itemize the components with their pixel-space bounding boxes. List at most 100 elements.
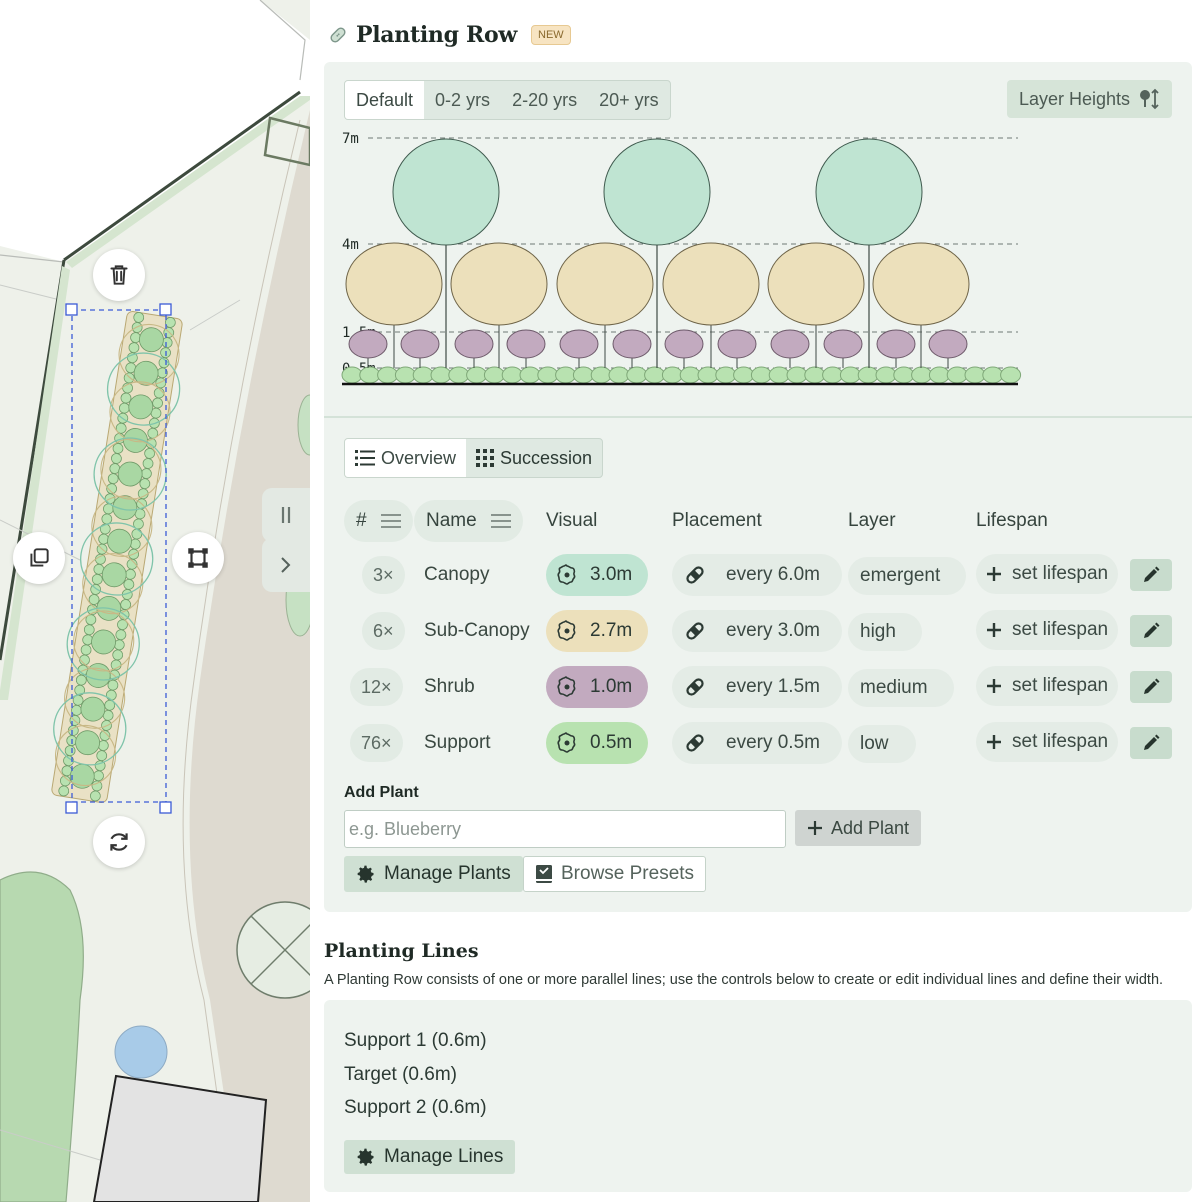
- visual-size: 0.5m: [590, 732, 633, 753]
- set-lifespan-button[interactable]: set lifespan: [976, 610, 1119, 650]
- delete-button[interactable]: [93, 249, 145, 301]
- support-plant: [679, 366, 701, 384]
- vector-shape-icon: [188, 548, 208, 568]
- browse-presets-button[interactable]: Browse Presets: [523, 856, 707, 892]
- trash-icon: [110, 265, 128, 285]
- edit-plant-button[interactable]: [1130, 727, 1172, 759]
- duplicate-button[interactable]: [13, 532, 65, 584]
- support-plant: [341, 366, 363, 384]
- edit-plant-button[interactable]: [1130, 671, 1172, 703]
- rotate-icon: [110, 833, 128, 851]
- height-label: 7m: [342, 131, 359, 147]
- layer-pill[interactable]: low: [848, 725, 916, 763]
- plant-name[interactable]: Shrub: [424, 666, 475, 708]
- visual-size: 1.0m: [590, 676, 633, 697]
- lifespan-label: set lifespan: [1012, 619, 1109, 640]
- placement-header: Placement: [672, 510, 762, 531]
- table-row: 12× Shrub 1.0m every 1.5m medium set lif…: [344, 666, 1172, 710]
- sort-name-button[interactable]: Name: [414, 500, 523, 542]
- tab-20-plus-yrs[interactable]: 20+ yrs: [588, 81, 670, 119]
- plant-search-input[interactable]: [344, 810, 786, 848]
- tab-default[interactable]: Default: [345, 81, 425, 119]
- layer-pill[interactable]: emergent: [848, 557, 966, 595]
- manage-plants-label: Manage Plants: [384, 863, 511, 884]
- edit-plant-button[interactable]: [1130, 615, 1172, 647]
- add-plant-button[interactable]: Add Plant: [795, 810, 922, 846]
- manage-plants-button[interactable]: Manage Plants: [344, 856, 523, 892]
- support-plant: [822, 366, 844, 384]
- gear-icon: [357, 1148, 374, 1166]
- support-plant: [875, 366, 897, 384]
- layer-pill[interactable]: medium: [848, 669, 954, 707]
- placement-pill[interactable]: every 6.0m: [672, 554, 842, 596]
- new-badge: NEW: [531, 25, 571, 45]
- subcanopy-plant: [450, 242, 548, 326]
- set-lifespan-button[interactable]: set lifespan: [976, 666, 1119, 706]
- book-icon: [536, 865, 552, 883]
- tab-succession[interactable]: Succession: [466, 439, 602, 477]
- tab-0-2-yrs[interactable]: 0-2 yrs: [424, 81, 501, 119]
- shrub-plant: [348, 329, 388, 359]
- manage-lines-button[interactable]: Manage Lines: [344, 1140, 516, 1174]
- plant-name[interactable]: Sub-Canopy: [424, 610, 530, 652]
- layer-header: Layer: [848, 510, 896, 531]
- placement-pill[interactable]: every 1.5m: [672, 666, 842, 708]
- tab-overview-label: Overview: [381, 448, 457, 468]
- plus-icon: [987, 735, 1001, 749]
- copy-icon: [30, 548, 49, 567]
- set-lifespan-button[interactable]: set lifespan: [976, 554, 1119, 594]
- line-item[interactable]: Target (0.6m): [344, 1064, 457, 1086]
- tree-height-icon: [1140, 88, 1159, 110]
- visual-size-pill[interactable]: 3.0m: [546, 554, 649, 596]
- tab-2-20-yrs[interactable]: 2-20 yrs: [501, 81, 588, 119]
- placement-pill[interactable]: every 0.5m: [672, 722, 842, 764]
- add-plant-button-label: Add Plant: [831, 817, 910, 838]
- plant-name[interactable]: Canopy: [424, 554, 490, 596]
- support-plant: [644, 366, 666, 384]
- plus-icon: [987, 567, 1001, 581]
- pencil-icon: [1144, 566, 1160, 582]
- placement-pill[interactable]: every 3.0m: [672, 610, 842, 652]
- plant-name[interactable]: Support: [424, 722, 491, 764]
- visual-size: 3.0m: [590, 564, 633, 585]
- layer-heights-button[interactable]: Layer Heights: [1006, 80, 1172, 118]
- tab-succession-label: Succession: [500, 448, 593, 468]
- rotate-button[interactable]: [93, 816, 145, 868]
- map-canvas[interactable]: [0, 0, 310, 1202]
- manage-lines-label: Manage Lines: [384, 1146, 504, 1167]
- layer-pill[interactable]: high: [848, 613, 922, 651]
- bandage-icon: [330, 27, 346, 43]
- support-plant: [733, 366, 755, 384]
- gear-icon: [357, 865, 374, 883]
- plant-outline-icon: [557, 676, 576, 697]
- visual-size-pill[interactable]: 1.0m: [546, 666, 649, 708]
- edit-shape-button[interactable]: [172, 532, 224, 584]
- collapse-panel-button[interactable]: [262, 538, 310, 592]
- line-item[interactable]: Support 1 (0.6m): [344, 1030, 487, 1052]
- support-plant: [590, 366, 612, 384]
- planting-row-card: Default 0-2 yrs 2-20 yrs 20+ yrs Layer H…: [324, 62, 1192, 912]
- support-plant: [697, 366, 719, 384]
- set-lifespan-button[interactable]: set lifespan: [976, 722, 1119, 762]
- visual-size-pill[interactable]: 2.7m: [546, 610, 649, 652]
- support-plant: [893, 366, 915, 384]
- lifespan-label: set lifespan: [1012, 563, 1109, 584]
- support-plant: [483, 366, 505, 384]
- support-plant: [768, 366, 790, 384]
- line-item[interactable]: Support 2 (0.6m): [344, 1097, 487, 1119]
- tab-overview[interactable]: Overview: [345, 439, 467, 477]
- lifespan-header: Lifespan: [976, 510, 1048, 531]
- support-plant: [928, 366, 950, 384]
- height-label: 4m: [342, 237, 359, 253]
- plant-outline-icon: [557, 564, 576, 585]
- edit-plant-button[interactable]: [1130, 559, 1172, 591]
- drag-handle[interactable]: [262, 488, 310, 542]
- plus-icon: [987, 679, 1001, 693]
- support-plant: [661, 366, 683, 384]
- support-plant: [359, 366, 381, 384]
- sort-count-button[interactable]: #: [344, 500, 413, 542]
- subcanopy-plant: [662, 242, 760, 326]
- shrub-plant: [823, 329, 863, 359]
- visual-size-pill[interactable]: 0.5m: [546, 722, 649, 764]
- layer-diagram: 7m4m1.5m0.5m: [341, 131, 1022, 386]
